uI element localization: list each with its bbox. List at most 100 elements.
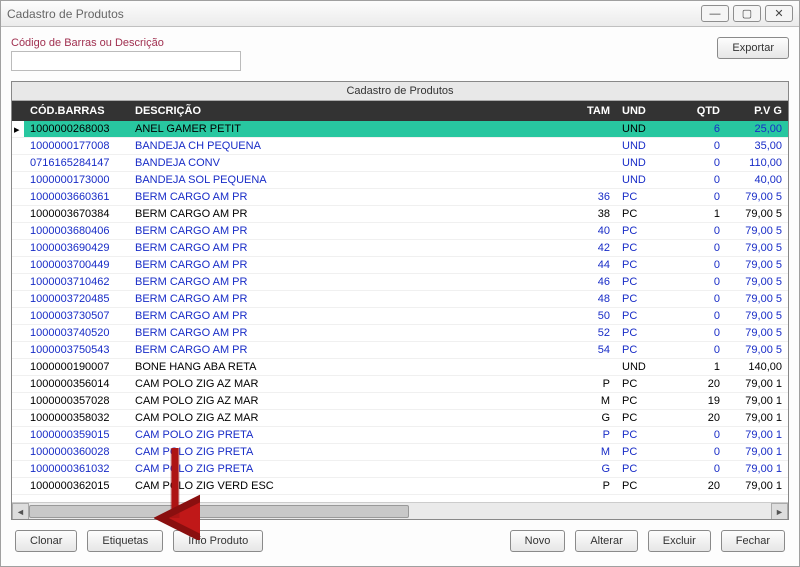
table-row[interactable]: 1000000359015CAM POLO ZIG PRETAPPC079,00… — [12, 427, 788, 444]
cell-pv: 79,00 5 — [726, 189, 788, 206]
cell-und: PC — [616, 240, 671, 257]
cell-pv: 79,00 5 — [726, 223, 788, 240]
cell-tam: 50 — [566, 308, 616, 325]
top-row: Código de Barras ou Descrição Exportar — [11, 37, 789, 71]
cell-desc: BERM CARGO AM PR — [129, 274, 566, 291]
table-row[interactable]: 1000003720485BERM CARGO AM PR48PC079,00 … — [12, 291, 788, 308]
col-pv[interactable]: P.V G — [726, 101, 788, 121]
cell-desc: BERM CARGO AM PR — [129, 206, 566, 223]
cell-tam: 42 — [566, 240, 616, 257]
col-cod[interactable]: CÓD.BARRAS — [24, 101, 129, 121]
scroll-right-button[interactable]: ► — [771, 503, 788, 520]
titlebar[interactable]: Cadastro de Produtos — ▢ ✕ — [1, 1, 799, 27]
marker — [12, 257, 24, 274]
cell-tam — [566, 138, 616, 155]
cell-desc: BERM CARGO AM PR — [129, 240, 566, 257]
cell-pv: 35,00 — [726, 138, 788, 155]
table-row[interactable]: 1000000362015CAM POLO ZIG VERD ESCPPC207… — [12, 478, 788, 495]
cell-qtd: 0 — [671, 189, 726, 206]
cell-desc: CAM POLO ZIG PRETA — [129, 444, 566, 461]
window-title: Cadastro de Produtos — [7, 7, 701, 21]
table-row[interactable]: 1000000177008BANDEJA CH PEQUENAUND035,00 — [12, 138, 788, 155]
cell-tam: 44 — [566, 257, 616, 274]
fechar-button[interactable]: Fechar — [721, 530, 785, 552]
table-row[interactable]: 1000000356014CAM POLO ZIG AZ MARPPC2079,… — [12, 376, 788, 393]
table-row[interactable]: 1000000357028CAM POLO ZIG AZ MARMPC1979,… — [12, 393, 788, 410]
cell-tam: M — [566, 444, 616, 461]
cell-und: PC — [616, 444, 671, 461]
maximize-button[interactable]: ▢ — [733, 5, 761, 22]
marker — [12, 291, 24, 308]
cell-desc: BANDEJA CH PEQUENA — [129, 138, 566, 155]
scroll-left-button[interactable]: ◄ — [12, 503, 29, 520]
cell-pv: 79,00 1 — [726, 444, 788, 461]
marker: ▸ — [12, 121, 24, 138]
cell-pv: 40,00 — [726, 172, 788, 189]
cell-pv: 140,00 — [726, 359, 788, 376]
col-und[interactable]: UND — [616, 101, 671, 121]
cell-cod: 1000003700449 — [24, 257, 129, 274]
cell-desc: BANDEJA SOL PEQUENA — [129, 172, 566, 189]
cell-tam: P — [566, 376, 616, 393]
cell-pv: 79,00 5 — [726, 257, 788, 274]
cell-desc: BONE HANG ABA RETA — [129, 359, 566, 376]
cell-und: UND — [616, 121, 671, 138]
cell-qtd: 0 — [671, 427, 726, 444]
minimize-button[interactable]: — — [701, 5, 729, 22]
cell-cod: 1000003680406 — [24, 223, 129, 240]
cell-desc: BERM CARGO AM PR — [129, 223, 566, 240]
col-tam[interactable]: TAM — [566, 101, 616, 121]
alterar-button[interactable]: Alterar — [575, 530, 637, 552]
cell-desc: CAM POLO ZIG AZ MAR — [129, 393, 566, 410]
col-qtd[interactable]: QTD — [671, 101, 726, 121]
table-row[interactable]: 1000003750543BERM CARGO AM PR54PC079,00 … — [12, 342, 788, 359]
cell-desc: CAM POLO ZIG PRETA — [129, 461, 566, 478]
etiquetas-button[interactable]: Etiquetas — [87, 530, 163, 552]
cell-tam: 54 — [566, 342, 616, 359]
cell-qtd: 0 — [671, 240, 726, 257]
table-row[interactable]: 1000000190007BONE HANG ABA RETAUND1140,0… — [12, 359, 788, 376]
cell-pv: 79,00 5 — [726, 274, 788, 291]
scroll-thumb[interactable] — [29, 505, 409, 518]
cell-qtd: 0 — [671, 444, 726, 461]
table-row[interactable]: 1000003700449BERM CARGO AM PR44PC079,00 … — [12, 257, 788, 274]
table-row[interactable]: 1000003670384BERM CARGO AM PR38PC179,00 … — [12, 206, 788, 223]
cell-qtd: 0 — [671, 325, 726, 342]
table-row[interactable]: 1000000358032CAM POLO ZIG AZ MARGPC2079,… — [12, 410, 788, 427]
grid-caption: Cadastro de Produtos — [12, 82, 788, 101]
cell-tam: 48 — [566, 291, 616, 308]
table-row[interactable]: ▸1000000268003ANEL GAMER PETITUND625,00 — [12, 121, 788, 138]
col-desc[interactable]: DESCRIÇÃO — [129, 101, 566, 121]
clonar-button[interactable]: Clonar — [15, 530, 77, 552]
content-area: Código de Barras ou Descrição Exportar C… — [1, 27, 799, 566]
marker — [12, 308, 24, 325]
table-header-row: CÓD.BARRAS DESCRIÇÃO TAM UND QTD P.V G — [12, 101, 788, 121]
cell-cod: 1000000173000 — [24, 172, 129, 189]
table-row[interactable]: 1000003660361BERM CARGO AM PR36PC079,00 … — [12, 189, 788, 206]
cell-qtd: 0 — [671, 291, 726, 308]
table-row[interactable]: 1000003680406BERM CARGO AM PR40PC079,00 … — [12, 223, 788, 240]
search-input[interactable] — [11, 51, 241, 71]
grid-scroll[interactable]: CÓD.BARRAS DESCRIÇÃO TAM UND QTD P.V G ▸… — [12, 101, 788, 502]
table-row[interactable]: 1000003690429BERM CARGO AM PR42PC079,00 … — [12, 240, 788, 257]
table-row[interactable]: 1000000173000BANDEJA SOL PEQUENAUND040,0… — [12, 172, 788, 189]
cell-cod: 1000000362015 — [24, 478, 129, 495]
table-row[interactable]: 1000003740520BERM CARGO AM PR52PC079,00 … — [12, 325, 788, 342]
marker — [12, 461, 24, 478]
table-row[interactable]: 1000000360028CAM POLO ZIG PRETAMPC079,00… — [12, 444, 788, 461]
excluir-button[interactable]: Excluir — [648, 530, 711, 552]
cell-und: PC — [616, 291, 671, 308]
info-produto-button[interactable]: Info Produto — [173, 530, 263, 552]
grid-body: ▸1000000268003ANEL GAMER PETITUND625,001… — [12, 121, 788, 495]
cell-qtd: 0 — [671, 223, 726, 240]
table-row[interactable]: 1000003730507BERM CARGO AM PR50PC079,00 … — [12, 308, 788, 325]
table-row[interactable]: 0716165284147BANDEJA CONVUND0110,00 — [12, 155, 788, 172]
table-row[interactable]: 1000000361032CAM POLO ZIG PRETAGPC079,00… — [12, 461, 788, 478]
marker — [12, 240, 24, 257]
table-row[interactable]: 1000003710462BERM CARGO AM PR46PC079,00 … — [12, 274, 788, 291]
novo-button[interactable]: Novo — [510, 530, 566, 552]
horizontal-scrollbar[interactable]: ◄ ► — [12, 502, 788, 519]
close-button[interactable]: ✕ — [765, 5, 793, 22]
cell-qtd: 20 — [671, 376, 726, 393]
export-button[interactable]: Exportar — [717, 37, 789, 59]
